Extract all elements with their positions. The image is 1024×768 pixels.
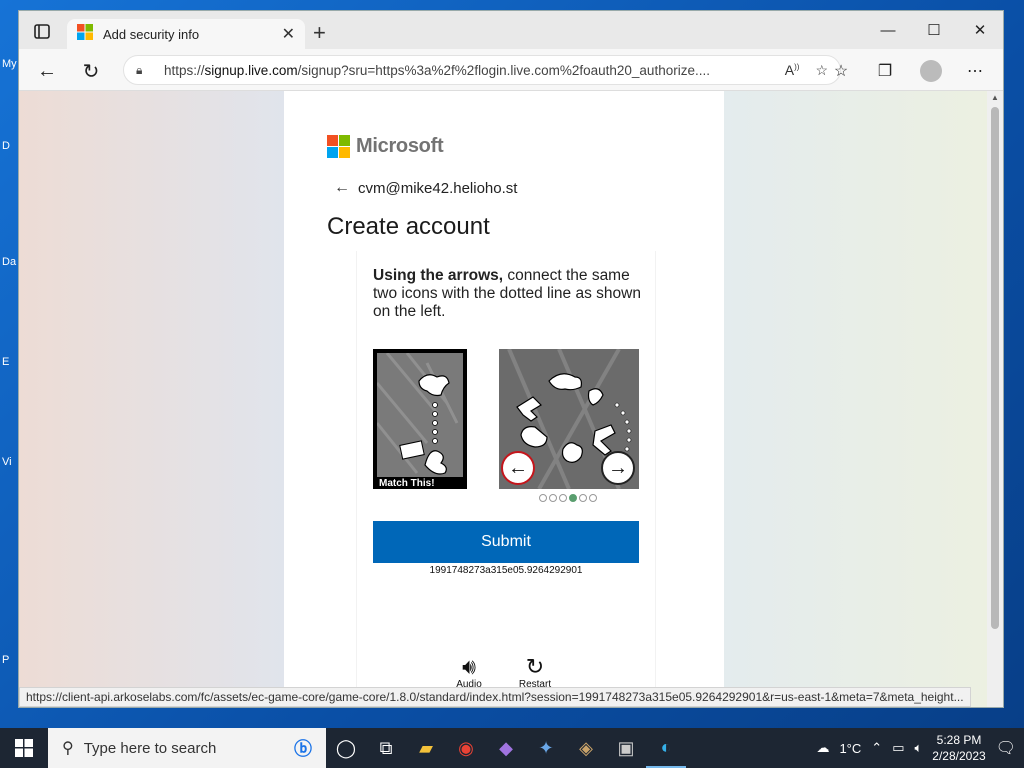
arrow-right-button[interactable]: → xyxy=(601,451,635,485)
desktop-label[interactable]: Vi xyxy=(2,456,12,468)
microsoft-favicon-icon xyxy=(77,23,93,45)
arrow-left-button[interactable]: ← xyxy=(501,451,535,485)
search-input[interactable]: Type here to search xyxy=(84,740,284,757)
match-label: Match This! xyxy=(379,478,435,489)
taskbar-search[interactable]: ⚲ Type here to search ⓑ xyxy=(48,728,326,768)
seahorse-icon xyxy=(424,450,447,475)
progress-dot xyxy=(569,494,577,502)
browser-window: Add security info ✕ + — ☐ ✕ ← ↻ 🔒︎ https… xyxy=(18,10,1004,708)
microsoft-logo-icon xyxy=(327,135,350,158)
captcha-instructions: Using the arrows, connect the same two i… xyxy=(373,267,641,320)
submit-button[interactable]: Submit xyxy=(373,521,639,563)
chrome-icon[interactable]: ◉ xyxy=(446,728,486,768)
taskbar: ⚲ Type here to search ⓑ ◯ ⧉ ▰ ◉ ◆ ✦ ◈ ▣ … xyxy=(0,728,1024,768)
task-view-icon[interactable]: ⧉ xyxy=(366,728,406,768)
tab-close-icon[interactable]: ✕ xyxy=(282,24,295,44)
game-icon[interactable]: ◈ xyxy=(566,728,606,768)
back-arrow-icon[interactable]: ← xyxy=(334,179,350,197)
tab-bar: Add security info ✕ + — ☐ ✕ xyxy=(19,11,1003,49)
progress-dots xyxy=(539,494,597,502)
scroll-thumb[interactable] xyxy=(991,107,999,629)
desktop-icon-labels: My D Da E Vi P xyxy=(0,0,18,728)
browser-toolbar: ← ↻ 🔒︎ https://signup.live.com/signup?sr… xyxy=(19,49,1003,91)
address-bar[interactable]: 🔒︎ https://signup.live.com/signup?sru=ht… xyxy=(123,55,841,85)
favorites-icon[interactable]: ☆ xyxy=(827,57,855,85)
progress-dot xyxy=(539,494,547,502)
file-explorer-icon[interactable]: ▰ xyxy=(406,728,446,768)
tab-title: Add security info xyxy=(103,26,200,42)
identity-banner[interactable]: ← cvm@mike42.helioho.st xyxy=(334,179,517,197)
scroll-up-icon[interactable]: ▲ xyxy=(987,93,1003,102)
edge-icon[interactable]: ◐ xyxy=(646,728,686,768)
progress-dot xyxy=(589,494,597,502)
session-id: 1991748273a315e05.9264292901 xyxy=(429,565,583,576)
dog-icon xyxy=(561,442,583,463)
speaker-icon: 🔊︎ xyxy=(462,654,476,679)
network-icon[interactable]: ▭ xyxy=(892,740,904,756)
tools-icon[interactable]: ✦ xyxy=(526,728,566,768)
read-aloud-icon[interactable]: A)) xyxy=(785,62,800,78)
lock-icon[interactable]: 🔒︎ xyxy=(136,63,150,78)
restart-button[interactable]: ↻ Restart xyxy=(515,654,555,691)
maximize-icon[interactable]: ☐ xyxy=(911,11,957,49)
collections-icon[interactable]: ❐ xyxy=(871,57,899,85)
signup-card: Microsoft ← cvm@mike42.helioho.st Create… xyxy=(284,91,724,707)
desktop-label[interactable]: P xyxy=(2,654,9,666)
audio-button[interactable]: 🔊︎ Audio xyxy=(449,654,489,691)
progress-dot xyxy=(549,494,557,502)
volume-icon[interactable]: 🔈︎ xyxy=(914,740,922,756)
progress-dot xyxy=(579,494,587,502)
new-tab-icon[interactable]: + xyxy=(313,22,326,44)
window-app-icon[interactable]: ▣ xyxy=(606,728,646,768)
refresh-icon[interactable]: ↻ xyxy=(77,57,105,85)
example-image: Match This! xyxy=(373,349,467,489)
notifications-icon[interactable]: 🗨︎ xyxy=(996,738,1016,758)
puzzle-image: ← → xyxy=(499,349,639,489)
visual-studio-icon[interactable]: ◆ xyxy=(486,728,526,768)
page-viewport: Microsoft ← cvm@mike42.helioho.st Create… xyxy=(19,91,989,707)
temperature[interactable]: 1°C xyxy=(839,741,861,756)
weather-icon[interactable]: ☁︎ xyxy=(816,740,829,756)
desktop-label[interactable]: Da xyxy=(2,256,16,268)
profile-icon[interactable] xyxy=(917,57,945,85)
microsoft-logo: Microsoft xyxy=(327,135,444,158)
avatar xyxy=(920,60,942,82)
browser-tab[interactable]: Add security info ✕ xyxy=(67,19,305,49)
desktop-label[interactable]: D xyxy=(2,140,10,152)
status-bar-url: https://client-api.arkoselabs.com/fc/ass… xyxy=(19,687,971,707)
bing-icon[interactable]: ⓑ xyxy=(294,735,312,761)
tab-actions-icon[interactable] xyxy=(29,21,55,43)
minimize-icon[interactable]: — xyxy=(865,11,911,49)
close-window-icon[interactable]: ✕ xyxy=(957,11,1003,49)
system-tray: ☁︎ 1°C ⌃ ▭ 🔈︎ 5:28 PM 2/28/2023 🗨︎ xyxy=(816,732,1024,764)
captcha-frame: Using the arrows, connect the same two i… xyxy=(356,251,656,707)
progress-dot xyxy=(559,494,567,502)
animal-icon xyxy=(418,374,450,397)
search-icon: ⚲ xyxy=(62,740,74,757)
windows-start-icon[interactable] xyxy=(0,728,48,768)
more-menu-icon[interactable]: ⋯ xyxy=(961,57,989,85)
desktop-label[interactable]: My xyxy=(2,58,17,70)
clock[interactable]: 5:28 PM 2/28/2023 xyxy=(932,732,985,764)
desktop-label[interactable]: E xyxy=(2,356,9,368)
chevron-up-icon[interactable]: ⌃ xyxy=(871,740,882,756)
cortana-icon[interactable]: ◯ xyxy=(326,728,366,768)
restart-icon: ↻ xyxy=(525,654,545,679)
vertical-scrollbar[interactable]: ▲ xyxy=(987,91,1003,707)
email-label: cvm@mike42.helioho.st xyxy=(358,179,518,197)
page-title: Create account xyxy=(327,213,490,240)
back-arrow-icon[interactable]: ← xyxy=(33,57,61,85)
window-controls: — ☐ ✕ xyxy=(865,11,1003,49)
address-url[interactable]: https://signup.live.com/signup?sru=https… xyxy=(164,63,769,78)
brand-name: Microsoft xyxy=(356,135,444,157)
